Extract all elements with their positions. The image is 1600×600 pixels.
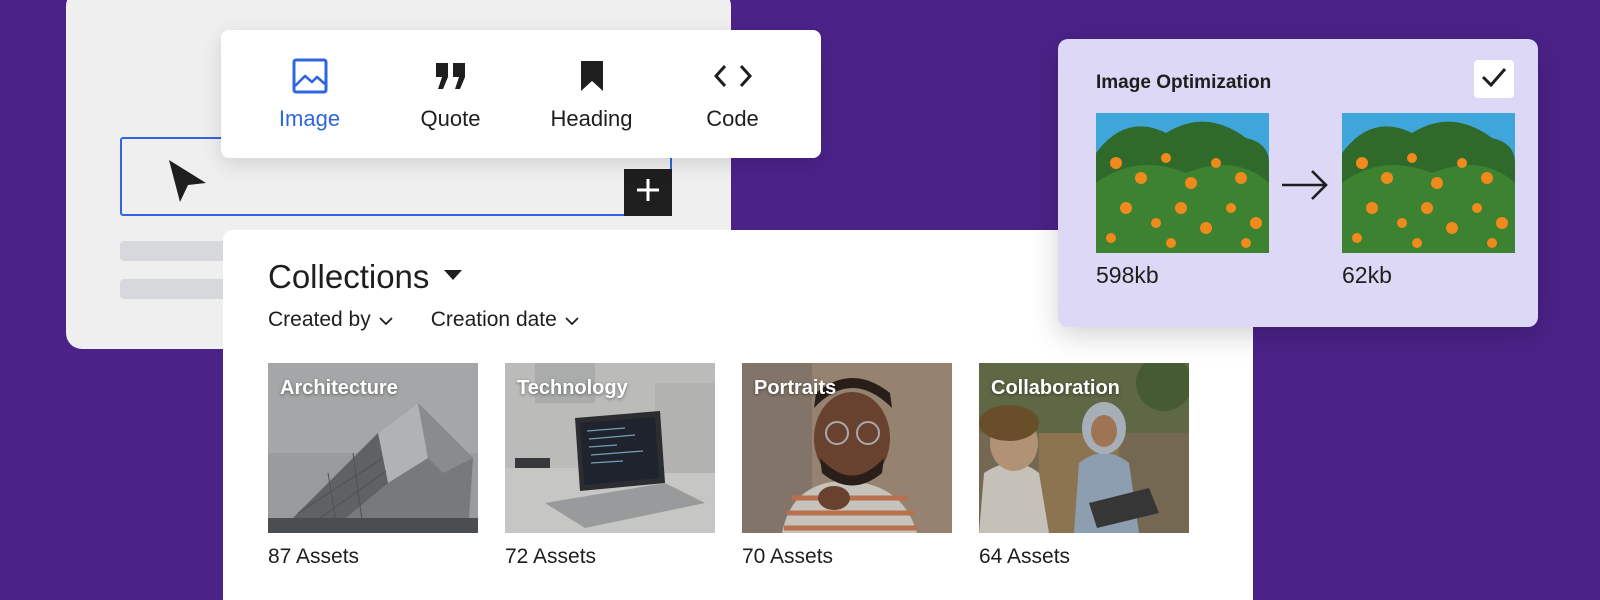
filter-created-by[interactable]: Created by [268,308,393,332]
collection-grid: Architecture 87 Assets Technology 72 Ass… [268,363,1189,569]
collection-tile-architecture[interactable]: Architecture 87 Assets [268,363,478,569]
inserter-item-heading[interactable]: Heading [521,30,662,158]
image-optimization-card: Image Optimization 598kb 62kb [1058,39,1538,327]
add-block-button[interactable] [624,169,672,216]
filter-creation-date[interactable]: Creation date [431,308,579,332]
caret-down-icon [443,268,463,286]
collection-count: 70 Assets [742,545,834,568]
checkmark-icon [1481,67,1507,92]
optimization-checkbox[interactable] [1474,60,1514,98]
collection-count: 72 Assets [505,545,597,568]
collection-thumbnail: Technology [505,363,715,533]
plus-icon [635,177,661,208]
collection-tile-technology[interactable]: Technology 72 Assets [505,363,715,569]
collection-filters: Created by Creation date [268,308,579,332]
filter-label: Created by [268,308,371,331]
collection-name: Collaboration [991,377,1120,399]
pointer-cursor-icon [166,157,208,210]
filter-label: Creation date [430,308,557,331]
inserter-item-quote[interactable]: Quote [380,30,521,158]
block-inserter-toolbar: Image Quote Heading Code [221,30,821,158]
code-icon [713,56,753,96]
chevron-down-icon [379,308,393,332]
bookmark-icon [579,56,605,96]
inserter-item-label: Quote [420,106,481,131]
chevron-down-icon [565,308,579,332]
quote-icon [434,56,468,96]
placeholder-line [120,279,230,299]
original-image [1096,113,1269,253]
inserter-item-label: Code [706,106,759,131]
inserter-item-label: Heading [550,106,633,131]
inserter-item-label: Image [278,106,341,131]
original-size: 598kb [1096,262,1159,288]
placeholder-line [120,241,230,261]
image-icon [292,56,328,96]
collection-thumbnail: Portraits [742,363,952,533]
collection-count: 64 Assets [979,545,1071,568]
collection-count: 87 Assets [268,545,360,568]
optimized-image [1342,113,1515,253]
inserter-item-image[interactable]: Image [239,30,380,158]
collection-name: Architecture [280,377,398,399]
optimization-title: Image Optimization [1096,72,1272,93]
collections-dropdown[interactable]: Collections [268,258,463,296]
collection-name: Technology [517,377,628,399]
optimized-size: 62kb [1342,262,1392,288]
collection-thumbnail: Architecture [268,363,478,533]
collection-tile-collaboration[interactable]: Collaboration 64 Assets [979,363,1189,569]
collections-title: Collections [268,258,430,295]
collection-name: Portraits [754,377,837,399]
collection-thumbnail: Collaboration [979,363,1189,533]
inserter-item-code[interactable]: Code [662,30,803,158]
collection-tile-portraits[interactable]: Portraits 70 Assets [742,363,952,569]
arrow-right-icon [1280,167,1330,208]
